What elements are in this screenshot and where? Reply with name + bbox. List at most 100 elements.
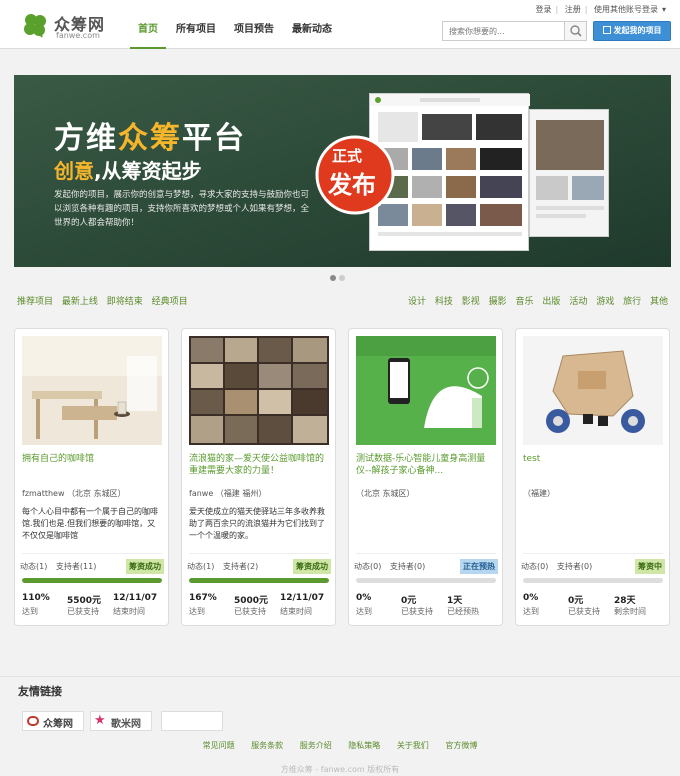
logo-domain: fanwe.com bbox=[56, 31, 100, 40]
percent-label: 达到 bbox=[22, 607, 38, 616]
category-photo[interactable]: 摄影 bbox=[489, 297, 507, 307]
category-film[interactable]: 影视 bbox=[462, 297, 480, 307]
other-login-link[interactable]: 使用其他账号登录 bbox=[594, 5, 658, 14]
project-image[interactable] bbox=[189, 336, 329, 445]
site-logo[interactable]: 众筹网 fanwe.com bbox=[22, 11, 122, 41]
project-title[interactable]: 拥有自己的咖啡馆 bbox=[22, 453, 162, 465]
project-image[interactable] bbox=[523, 336, 663, 445]
filter-newest[interactable]: 最新上线 bbox=[62, 297, 98, 307]
footer-link-faq[interactable]: 常见问题 bbox=[203, 741, 235, 750]
amount-label: 已获支持 bbox=[234, 607, 266, 616]
project-image[interactable] bbox=[356, 336, 496, 445]
badge-text-bottom: 发布 bbox=[328, 171, 376, 199]
launch-project-label: 发起我的项目 bbox=[613, 26, 662, 35]
nav-upcoming[interactable]: 项目预告 bbox=[226, 22, 282, 49]
project-card[interactable]: 拥有自己的咖啡馆 fzmatthew （北京 东城区） 每个人心目中都有一个属于… bbox=[14, 328, 169, 626]
clover-logo-icon bbox=[24, 14, 46, 38]
category-travel[interactable]: 旅行 bbox=[623, 297, 641, 307]
end-label: 结束时间 bbox=[113, 607, 145, 616]
project-owner: fzmatthew （北京 东城区） bbox=[22, 489, 126, 498]
edit-icon bbox=[602, 26, 611, 34]
category-design[interactable]: 设计 bbox=[408, 297, 426, 307]
banner-subtitle: 创意,从筹资起步 bbox=[54, 159, 202, 183]
funding-progress bbox=[189, 578, 329, 583]
category-other[interactable]: 其他 bbox=[650, 297, 668, 307]
copyright: 方维众筹 - fanwe.com 版权所有 bbox=[280, 765, 400, 774]
supporters-count[interactable]: 支持者(0) bbox=[390, 561, 425, 572]
footer-link-terms[interactable]: 服务条款 bbox=[251, 741, 283, 750]
caret-down-icon[interactable]: ▾ bbox=[662, 5, 666, 14]
site-header: 众筹网 fanwe.com 首页 所有项目 项目预告 最新动态 登录 | 注册 | … bbox=[0, 0, 680, 49]
project-title[interactable]: test bbox=[523, 453, 663, 465]
end-label: 已经预热 bbox=[447, 607, 479, 616]
launch-project-button[interactable]: 发起我的项目 bbox=[593, 21, 671, 41]
project-owner: fanwe （福建 福州） bbox=[189, 489, 267, 498]
friend-link-empty[interactable] bbox=[161, 711, 223, 731]
friend-link-gemi[interactable]: ★ 歌米网 bbox=[90, 711, 152, 731]
filter-classic[interactable]: 经典项目 bbox=[152, 297, 188, 307]
filter-recommended[interactable]: 推荐项目 bbox=[17, 297, 53, 307]
carousel-dot[interactable] bbox=[339, 275, 345, 281]
percent-value: 0% bbox=[356, 593, 372, 603]
end-label: 剩余时间 bbox=[614, 607, 646, 616]
link-logo-icon bbox=[27, 716, 39, 726]
category-music[interactable]: 音乐 bbox=[516, 297, 534, 307]
percent-label: 达到 bbox=[189, 607, 205, 616]
nav-all-projects[interactable]: 所有项目 bbox=[168, 22, 224, 49]
main-nav: 首页 所有项目 项目预告 最新动态 bbox=[130, 22, 342, 49]
footer-link-about[interactable]: 关于我们 bbox=[397, 741, 429, 750]
divider bbox=[0, 676, 680, 677]
percent-value: 110% bbox=[22, 593, 50, 603]
search-icon bbox=[570, 25, 582, 37]
friend-link-zhongchou[interactable]: 众筹网 bbox=[22, 711, 84, 731]
category-games[interactable]: 游戏 bbox=[596, 297, 614, 307]
project-card[interactable]: test （福建） 动态(0) 支持者(0) 筹资中 0% 0元 28天 达到 … bbox=[515, 328, 670, 626]
search-button[interactable] bbox=[564, 22, 586, 40]
project-card[interactable]: 测试数据-乐心智能儿童身高测量仪--解孩子家心备神... （北京 东城区） 动态… bbox=[348, 328, 503, 626]
updates-count[interactable]: 动态(0) bbox=[354, 561, 381, 572]
login-link[interactable]: 登录 bbox=[535, 5, 551, 14]
end-value: 1天 bbox=[447, 596, 463, 606]
filter-ending-soon[interactable]: 即将结束 bbox=[107, 297, 143, 307]
funding-progress bbox=[356, 578, 496, 583]
project-title[interactable]: 流浪猫的家—爱天使公益咖啡馆的重建需要大家的力量！ bbox=[189, 453, 329, 477]
hero-banner[interactable]: 方维众筹平台 创意,从筹资起步 发起你的项目，展示你的创意与梦想，寻求大家的支持… bbox=[14, 75, 671, 267]
amount-label: 已获支持 bbox=[67, 607, 99, 616]
end-value: 12/11/07 bbox=[113, 593, 158, 603]
supporters-count[interactable]: 支持者(0) bbox=[557, 561, 592, 572]
footer-link-weibo[interactable]: 官方微博 bbox=[445, 741, 477, 750]
category-tech[interactable]: 科技 bbox=[435, 297, 453, 307]
updates-count[interactable]: 动态(1) bbox=[187, 561, 214, 572]
project-card[interactable]: 流浪猫的家—爱天使公益咖啡馆的重建需要大家的力量！ fanwe （福建 福州） … bbox=[181, 328, 336, 626]
supporters-count[interactable]: 支持者(2) bbox=[223, 561, 258, 572]
search-input[interactable] bbox=[443, 22, 565, 40]
sort-filters: 推荐项目 最新上线 即将结束 经典项目 bbox=[17, 294, 194, 307]
end-value: 12/11/07 bbox=[280, 593, 325, 603]
screenshot-preview-secondary bbox=[529, 109, 609, 237]
carousel-dots bbox=[330, 274, 348, 284]
star-icon: ★ bbox=[94, 713, 106, 728]
footer-link-service[interactable]: 服务介绍 bbox=[300, 741, 332, 750]
category-publishing[interactable]: 出版 bbox=[542, 297, 560, 307]
nav-news[interactable]: 最新动态 bbox=[284, 22, 340, 49]
updates-count[interactable]: 动态(1) bbox=[20, 561, 47, 572]
status-badge: 筹资中 bbox=[635, 559, 665, 574]
project-owner: （福建） bbox=[523, 489, 555, 498]
project-title[interactable]: 测试数据-乐心智能儿童身高测量仪--解孩子家心备神... bbox=[356, 453, 496, 477]
project-image[interactable] bbox=[22, 336, 162, 445]
funding-progress bbox=[22, 578, 162, 583]
carousel-dot[interactable] bbox=[330, 275, 336, 281]
updates-count[interactable]: 动态(0) bbox=[521, 561, 548, 572]
category-events[interactable]: 活动 bbox=[569, 297, 587, 307]
register-link[interactable]: 注册 bbox=[565, 5, 581, 14]
funding-progress bbox=[523, 578, 663, 583]
status-badge: 正在预热 bbox=[460, 559, 498, 574]
percent-label: 达到 bbox=[356, 607, 372, 616]
percent-value: 0% bbox=[523, 593, 539, 603]
divider bbox=[523, 553, 663, 554]
footer-link-privacy[interactable]: 隐私策略 bbox=[348, 741, 380, 750]
amount-label: 已获支持 bbox=[401, 607, 433, 616]
nav-home[interactable]: 首页 bbox=[130, 22, 166, 49]
supporters-count[interactable]: 支持者(11) bbox=[56, 561, 96, 572]
amount-value: 5500元 bbox=[67, 596, 102, 606]
